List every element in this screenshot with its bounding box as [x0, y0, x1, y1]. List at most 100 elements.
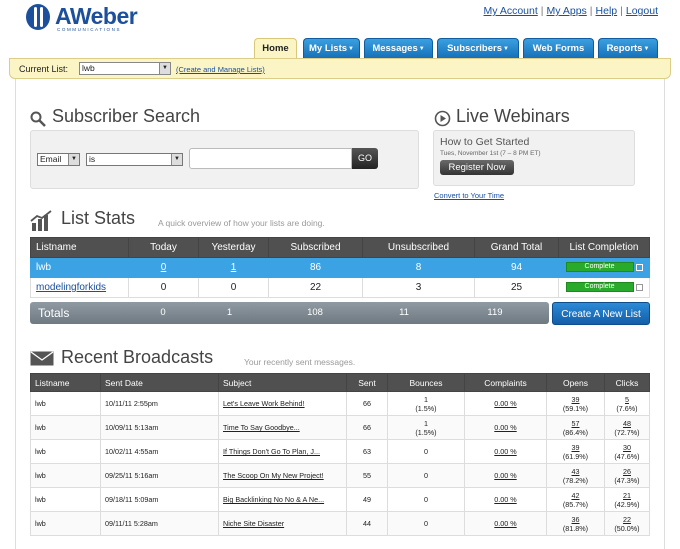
opens-percent: (85.7%) [562, 499, 589, 509]
complaints-link[interactable]: 0.00 % [494, 447, 516, 456]
broadcast-subject-link[interactable]: If Things Don't Go To Plan, J... [223, 447, 320, 456]
list-name[interactable]: lwb [30, 257, 129, 278]
broadcast-sent-count: 55 [346, 463, 388, 488]
tab-messages[interactable]: Messages▼ [364, 38, 433, 58]
table-row[interactable]: lwb 10/02/11 4:55am If Things Don't Go To … [30, 439, 650, 464]
clicks-percent: (50.0%) [614, 523, 640, 533]
table-row[interactable]: modelingforkids 0 0 22 3 25 Complete [30, 277, 650, 298]
broadcast-bounces: 1 (1.5%) [387, 415, 465, 440]
broadcast-bounces: 1 (1.5%) [387, 391, 465, 416]
table-row[interactable]: lwb 10/11/11 2:55pm Let's Leave Work Behin… [30, 391, 650, 416]
list-name-link[interactable]: modelingforkids [36, 282, 106, 293]
complaints-link[interactable]: 0.00 % [494, 399, 516, 408]
opens-percent: (78.2%) [562, 475, 589, 485]
broadcast-sent-count: 44 [346, 511, 388, 536]
clicks-link[interactable]: 22 [623, 515, 631, 524]
external-link-icon[interactable] [635, 283, 643, 291]
convert-time-link[interactable]: Convert to Your Time [434, 191, 504, 200]
help-link[interactable]: Help [596, 5, 618, 17]
search-operator-select[interactable]: is ▼ [86, 153, 183, 166]
subscriber-search-title: Subscriber Search [52, 106, 201, 126]
complaints-link[interactable]: 0.00 % [494, 471, 516, 480]
broadcast-opens: 36 (81.8%) [546, 511, 605, 536]
bounces-percent: (1.5%) [415, 403, 437, 413]
register-now-button[interactable]: Register Now [440, 160, 514, 175]
opens-link[interactable]: 36 [572, 515, 580, 524]
broadcast-subject-link[interactable]: Big Backlinking No No & A Ne... [223, 495, 324, 504]
table-row[interactable]: lwb 10/09/11 5:13am Time To Say Goodbye...… [30, 415, 650, 440]
logout-link[interactable]: Logout [626, 5, 658, 17]
table-row[interactable]: lwb 09/25/11 5:16am The Scoop On My New Pr… [30, 463, 650, 488]
col-sent-date: Sent Date [100, 373, 219, 392]
tab-subscribers[interactable]: Subscribers▼ [437, 38, 519, 58]
opens-percent: (86.4%) [562, 427, 589, 437]
tab-web-forms-label: Web Forms [532, 43, 585, 54]
col-clicks: Clicks [604, 373, 650, 392]
brand-name: AWeber [55, 3, 138, 29]
complaints-link[interactable]: 0.00 % [494, 423, 516, 432]
tab-my-lists[interactable]: My Lists▼ [303, 38, 360, 58]
aweber-logo[interactable]: AWeber COMMUNICATIONS [26, 4, 138, 32]
totals-today: 0 [160, 307, 166, 318]
clicks-link[interactable]: 26 [623, 467, 631, 476]
list-stats-title: List Stats [61, 208, 136, 228]
clicks-percent: (7.6%) [616, 403, 638, 413]
tab-reports-label: Reports [606, 43, 643, 54]
opens-link[interactable]: 39 [572, 395, 580, 404]
search-field-select[interactable]: Email ▼ [37, 153, 80, 166]
my-apps-link[interactable]: My Apps [547, 5, 587, 17]
broadcast-list: lwb [30, 487, 101, 512]
col-listname: Listname [30, 237, 129, 258]
clicks-percent: (47.6%) [614, 451, 640, 461]
current-list-label: Current List: [19, 64, 69, 74]
complaints-link[interactable]: 0.00 % [494, 495, 516, 504]
clicks-link[interactable]: 21 [623, 491, 631, 500]
tab-reports[interactable]: Reports▼ [598, 38, 658, 58]
broadcast-subject-link[interactable]: Time To Say Goodbye... [223, 423, 300, 432]
complaints-link[interactable]: 0.00 % [494, 519, 516, 528]
caret-down-icon: ▼ [643, 46, 650, 52]
broadcast-subject-link[interactable]: The Scoop On My New Project! [223, 471, 324, 480]
broadcast-sent-count: 66 [346, 391, 388, 416]
clicks-percent: (42.9%) [614, 499, 640, 509]
opens-link[interactable]: 39 [572, 443, 580, 452]
broadcast-subject-link[interactable]: Let's Leave Work Behind! [223, 399, 305, 408]
my-account-link[interactable]: My Account [484, 5, 538, 17]
broadcast-sent-date: 09/25/11 5:16am [100, 463, 219, 488]
header: AWeber COMMUNICATIONS My Account | My Apps… [0, 0, 680, 61]
external-link-icon[interactable] [635, 263, 643, 271]
tab-web-forms[interactable]: Web Forms [523, 38, 594, 58]
col-opens: Opens [546, 373, 605, 392]
broadcast-subject-link[interactable]: Niche Site Disaster [223, 519, 284, 528]
current-list-value: lwb [82, 63, 95, 73]
opens-link[interactable]: 57 [572, 419, 580, 428]
manage-lists-link[interactable]: (Create and Manage Lists) [176, 65, 265, 74]
broadcast-opens: 43 (78.2%) [546, 463, 605, 488]
clicks-link[interactable]: 30 [623, 443, 631, 452]
table-row[interactable]: lwb 09/11/11 5:28am Niche Site Disaster 44 0… [30, 511, 650, 536]
broadcast-bounces: 0 [387, 487, 465, 512]
aweber-logo-icon [26, 4, 50, 30]
totals-unsubscribed: 11 [399, 307, 409, 318]
today-count-link[interactable]: 0 [161, 262, 167, 273]
totals-bar: Totals 0 1 108 11 119 [30, 302, 549, 324]
list-stats-subtitle: A quick overview of how your lists are d… [158, 218, 325, 228]
bounces-count: 0 [424, 495, 428, 504]
chevron-down-icon: ▼ [159, 63, 170, 74]
col-subject: Subject [218, 373, 347, 392]
opens-percent: (59.1%) [562, 403, 589, 413]
opens-link[interactable]: 43 [572, 467, 580, 476]
table-row[interactable]: lwb 09/18/11 5:09am Big Backlinking No No … [30, 487, 650, 512]
top-links: My Account | My Apps | Help | Logout [483, 5, 659, 17]
unsubscribed-count: 3 [362, 277, 475, 298]
clicks-link[interactable]: 48 [623, 419, 631, 428]
clicks-link[interactable]: 5 [625, 395, 629, 404]
search-input[interactable] [189, 148, 352, 169]
broadcast-opens: 39 (61.9%) [546, 439, 605, 464]
search-go-button[interactable]: GO [352, 148, 378, 169]
table-row[interactable]: lwb 0 1 86 8 94 Complete [30, 257, 650, 278]
yesterday-count-link[interactable]: 1 [231, 262, 237, 273]
create-new-list-button[interactable]: Create A New List [552, 302, 650, 325]
current-list-select[interactable]: lwb ▼ [79, 62, 171, 75]
opens-link[interactable]: 42 [572, 491, 580, 500]
